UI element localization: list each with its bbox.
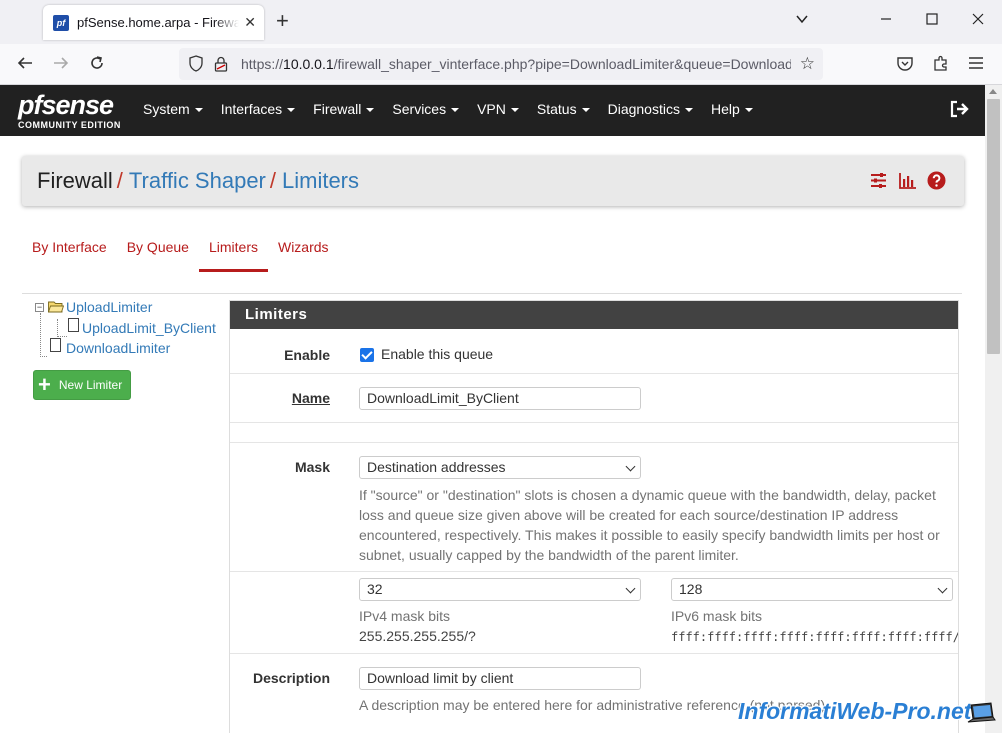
url-bar[interactable]: https://10.0.0.1/firewall_shaper_vinterf…	[179, 48, 823, 80]
pocket-icon[interactable]	[896, 54, 914, 76]
minimize-icon[interactable]	[880, 12, 892, 31]
shield-icon[interactable]	[189, 55, 203, 72]
caret-down-icon	[287, 108, 296, 113]
tab-by-interface[interactable]: By Interface	[22, 224, 117, 272]
tabs-divider	[22, 293, 962, 294]
close-tab-icon[interactable]: ✕	[244, 14, 256, 31]
menu-interfaces[interactable]: Interfaces	[212, 85, 304, 136]
sliders-icon[interactable]	[869, 171, 888, 190]
mask-label: Mask	[294, 459, 330, 475]
tab-wizards[interactable]: Wizards	[268, 224, 339, 272]
menu-help[interactable]: Help	[702, 85, 762, 136]
reload-icon[interactable]	[88, 54, 106, 76]
tree-item-uploadlimiter[interactable]: UploadLimiter	[66, 299, 152, 315]
pfsense-favicon-icon: pf	[53, 14, 69, 31]
main-menu: System Interfaces Firewall Services VPN …	[134, 85, 762, 136]
page-scrollbar[interactable]	[985, 85, 1002, 733]
caret-down-icon	[366, 108, 375, 113]
logout-icon[interactable]	[949, 99, 969, 119]
breadcrumb-panel: Firewall / Traffic Shaper / Limiters	[22, 156, 964, 206]
ipv4-mask-label: IPv4 mask bits	[359, 608, 451, 624]
mask-select[interactable]: Destination addresses	[359, 456, 641, 479]
caret-down-icon	[684, 108, 693, 113]
panel-title: Limiters	[230, 301, 958, 329]
bar-chart-icon[interactable]	[898, 171, 917, 190]
enable-checkbox[interactable]	[360, 348, 374, 362]
laptop-logo-icon	[967, 702, 996, 723]
pfsense-logo[interactable]: pfsense COMMUNITY EDITION	[18, 90, 128, 132]
breadcrumb-icons	[869, 171, 946, 190]
watermark-text: InformatiWeb-Pro.net	[738, 698, 972, 724]
caret-down-icon	[581, 108, 590, 113]
extensions-puzzle-icon[interactable]	[932, 54, 950, 76]
enable-checkbox-label[interactable]: Enable this queue	[381, 346, 493, 362]
caret-down-icon	[510, 108, 519, 113]
pfsense-header: pfsense COMMUNITY EDITION System Interfa…	[0, 85, 985, 136]
mask-help-text: If "source" or "destination" slots is ch…	[359, 487, 940, 563]
close-window-icon[interactable]	[972, 12, 984, 31]
shaper-tabs: By Interface By Queue Limiters Wizards	[22, 224, 339, 272]
scrollbar-thumb[interactable]	[987, 99, 1000, 354]
limiters-panel: Limiters Enable Enable this queue Name D…	[229, 300, 959, 733]
name-label: Name	[291, 390, 330, 406]
breadcrumb: Firewall / Traffic Shaper / Limiters	[37, 168, 360, 193]
ipv6-mask-label: IPv6 mask bits	[671, 608, 763, 624]
new-limiter-button[interactable]: + New Limiter	[33, 370, 131, 400]
plus-icon: +	[38, 372, 51, 397]
enable-label: Enable	[284, 347, 330, 363]
name-input[interactable]: DownloadLimit_ByClient	[359, 387, 641, 410]
back-arrow-icon[interactable]	[16, 54, 34, 76]
page-content: Firewall / Traffic Shaper / Limiters By Inte…	[0, 136, 985, 733]
ipv6-mask-select[interactable]: 128	[671, 578, 953, 601]
open-folder-icon	[48, 301, 64, 313]
breadcrumb-traffic-shaper[interactable]: Traffic Shaper	[129, 168, 266, 193]
menu-services[interactable]: Services	[383, 85, 468, 136]
menu-diagnostics[interactable]: Diagnostics	[599, 85, 702, 136]
document-icon	[50, 338, 61, 352]
description-input[interactable]: Download limit by client	[359, 667, 641, 690]
browser-tabbar: pf pfSense.home.arpa - Firewall: Traffic…	[0, 0, 1002, 44]
menu-status[interactable]: Status	[528, 85, 599, 136]
url-text: https://10.0.0.1/firewall_shaper_vinterf…	[241, 56, 791, 72]
tab-limiters[interactable]: Limiters	[198, 224, 268, 272]
browser-tab[interactable]: pf pfSense.home.arpa - Firewall: Traffic…	[43, 5, 264, 40]
caret-down-icon	[451, 108, 460, 113]
tree-item-uploadlimit-byclient[interactable]: UploadLimit_ByClient	[82, 320, 216, 336]
new-tab-icon[interactable]: +	[276, 10, 289, 32]
caret-down-icon	[744, 108, 753, 113]
ipv4-mask-select[interactable]: 32	[359, 578, 641, 601]
menu-firewall[interactable]: Firewall	[304, 85, 383, 136]
scroll-up-arrow-icon[interactable]	[989, 89, 997, 94]
tab-by-queue[interactable]: By Queue	[117, 224, 199, 272]
description-label: Description	[252, 670, 330, 686]
caret-down-icon	[194, 108, 203, 113]
forward-arrow-icon[interactable]	[52, 54, 70, 76]
tab-list-chevron-icon[interactable]	[795, 12, 809, 31]
browser-tab-title: pfSense.home.arpa - Firewall: Traffic Sh…	[77, 15, 239, 30]
menu-vpn[interactable]: VPN	[468, 85, 528, 136]
menu-system[interactable]: System	[134, 85, 212, 136]
ipv4-mask-value: 255.255.255.255/?	[359, 628, 476, 644]
help-question-icon[interactable]	[927, 171, 946, 190]
collapse-minus-icon[interactable]: −	[35, 303, 44, 312]
hamburger-menu-icon[interactable]	[968, 54, 984, 76]
lock-icon[interactable]	[214, 56, 228, 72]
maximize-icon[interactable]	[926, 12, 938, 31]
tree-item-downloadlimiter[interactable]: DownloadLimiter	[66, 340, 170, 356]
document-icon	[68, 318, 79, 332]
ipv6-mask-value: ffff:ffff:ffff:ffff:ffff:ffff:ffff:ffff/…	[671, 630, 958, 644]
bookmark-star-icon[interactable]: ☆	[800, 54, 815, 74]
browser-navbar: https://10.0.0.1/firewall_shaper_vinterf…	[0, 44, 1002, 85]
logo-edition: COMMUNITY EDITION	[18, 120, 121, 130]
breadcrumb-firewall: Firewall	[37, 168, 113, 193]
logo-brand: pfsense	[18, 90, 114, 120]
breadcrumb-limiters[interactable]: Limiters	[282, 168, 359, 193]
